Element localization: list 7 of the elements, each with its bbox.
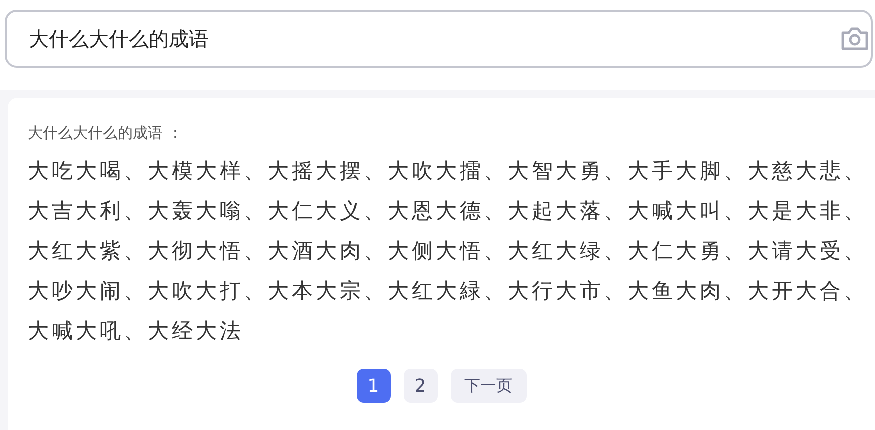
page-button[interactable]: 1 <box>356 369 390 403</box>
result-heading: 大什么大什么的成语 ： <box>28 124 184 143</box>
camera-icon[interactable] <box>840 26 870 52</box>
page-button[interactable]: 2 <box>404 369 438 403</box>
next-page-button[interactable]: 下一页 <box>450 369 526 403</box>
search-field[interactable]: 大什么大什么的成语 <box>5 10 873 68</box>
idiom-list: 大吃大喝、大模大样、大摇大摆、大吹大擂、大智大勇、大手大脚、大慈大悲、大吉大利、大轰大嗡、大仁大义、大恩大德、大起大落、大喊大叫、大是大非、大红大紫、大彻大悟、大酒大肉、大侧大悟、大红大绿、大仁大勇、大请大受、大吵大闹、大吹大打、大本大宗、大红大緑、大行大市、大鱼大肉、大开大合、大喊大吼、大经大法 <box>28 151 875 351</box>
